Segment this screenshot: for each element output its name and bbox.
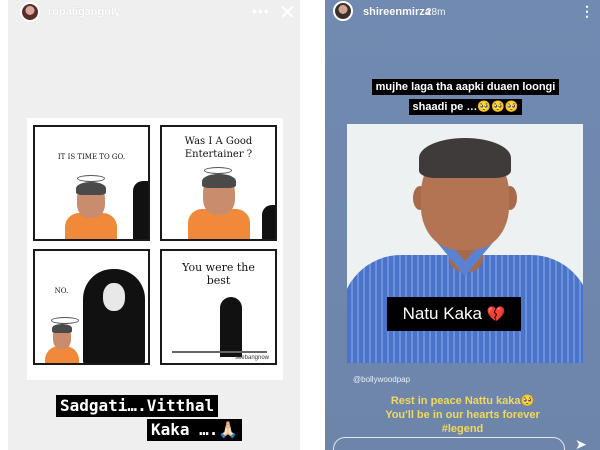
reaper-robe <box>262 205 275 239</box>
man-figure <box>45 324 79 363</box>
avatar[interactable] <box>333 1 353 21</box>
story-caption: mujhe laga tha aapki duaen loongi shaadi… <box>369 77 562 117</box>
hair <box>419 138 511 178</box>
more-vertical-icon[interactable]: ⋮ <box>580 3 594 20</box>
grim-reaper <box>83 269 145 363</box>
story-time: 2h <box>112 7 124 18</box>
comic-signature: seebangnow <box>234 355 269 361</box>
photo-credit: @bollywoodpap <box>353 375 411 384</box>
username[interactable]: rupaliganguly <box>48 6 120 18</box>
man-figure <box>65 181 117 239</box>
story-text-line-2: Kaka ….🙏🏻 <box>147 419 243 441</box>
comic-panel-1: IT IS TIME TO GO. <box>33 125 150 241</box>
halo-icon <box>51 317 79 324</box>
story-text-line-1: Sadgati….Vitthal <box>56 395 219 417</box>
story-header: rupaliganguly 2h ••• ✕ <box>8 0 300 26</box>
send-icon[interactable]: ➤ <box>575 436 587 450</box>
rip-line-2: You'll be in our hearts forever <box>385 409 540 421</box>
halo-icon <box>77 175 105 182</box>
panel-1-text: IT IS TIME TO GO. <box>57 153 126 161</box>
comic-image: IT IS TIME TO GO. Was I A Good Entertain… <box>27 118 283 380</box>
comic-panel-3: NO. <box>33 249 150 365</box>
panel-4-text: You were the best <box>182 261 255 287</box>
ground-line <box>172 351 267 353</box>
reaper-robe <box>220 297 242 357</box>
story-right: shireenmirza 28m ⋮ mujhe laga tha aapki … <box>325 0 600 450</box>
caption-text: mujhe laga tha aapki duaen loongi shaadi… <box>371 79 560 115</box>
man-figure <box>188 173 250 239</box>
comic-panel-4: You were the best seebangnow <box>160 249 277 365</box>
more-horizontal-icon[interactable]: ••• <box>252 3 270 19</box>
story-time: 28m <box>426 7 446 18</box>
broken-heart-icon: 💔 <box>486 306 506 323</box>
halo-icon <box>204 167 232 174</box>
story-left: rupaliganguly 2h ••• ✕ IT IS TIME TO GO.… <box>8 0 300 450</box>
reaper-robe <box>133 181 148 239</box>
username[interactable]: shireenmirza <box>363 6 431 18</box>
comic-panel-2: Was I A Good Entertainer ? <box>160 125 277 241</box>
photo-label: Natu Kaka 💔 <box>387 297 521 331</box>
close-icon[interactable]: ✕ <box>279 3 296 23</box>
photo-label-text: Natu Kaka <box>402 304 482 323</box>
hashtag-legend[interactable]: #legend <box>325 422 600 436</box>
rip-line-1: Rest in peace Nattu kaka🥺 <box>390 395 535 407</box>
reply-input[interactable] <box>333 437 565 450</box>
rip-text: Rest in peace Nattu kaka🥺 You'll be in o… <box>325 394 600 436</box>
panel-2-text: Was I A Good Entertainer ? <box>184 136 253 160</box>
avatar[interactable] <box>20 2 40 22</box>
